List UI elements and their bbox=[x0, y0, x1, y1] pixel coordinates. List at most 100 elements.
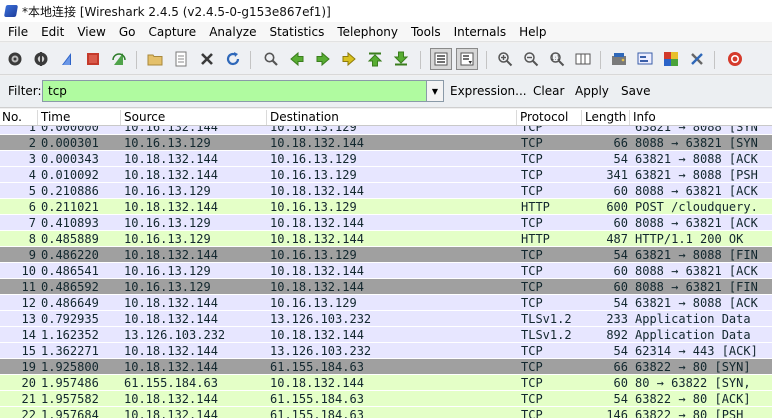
column-header-length[interactable]: Length bbox=[585, 110, 626, 125]
packet-row[interactable]: 11 0.486592 10.16.13.129 10.18.132.144 TCP 60… bbox=[0, 278, 772, 294]
menu-go[interactable]: Go bbox=[113, 22, 143, 42]
packet-info: Application Data bbox=[635, 312, 751, 326]
packet-source: 10.18.132.144 bbox=[124, 360, 218, 374]
display-filter-input[interactable] bbox=[42, 80, 427, 102]
interfaces-icon[interactable] bbox=[6, 50, 24, 68]
column-header-protocol[interactable]: Protocol bbox=[520, 110, 568, 125]
column-header-destination[interactable]: Destination bbox=[270, 110, 339, 125]
packet-row[interactable]: 19 1.925800 10.18.132.144 61.155.184.63 TCP 6… bbox=[0, 358, 772, 374]
packet-row[interactable]: 12 0.486649 10.18.132.144 10.16.13.129 TCP 54… bbox=[0, 294, 772, 310]
packet-row[interactable]: 9 0.486220 10.18.132.144 10.16.13.129 TCP 54 6… bbox=[0, 246, 772, 262]
packet-destination: 10.18.132.144 bbox=[270, 136, 364, 150]
packet-row[interactable]: 15 1.362271 10.18.132.144 13.126.103.232 TCP… bbox=[0, 342, 772, 358]
packet-source: 10.16.13.129 bbox=[124, 184, 211, 198]
packet-source: 10.18.132.144 bbox=[124, 392, 218, 406]
menu-analyze[interactable]: Analyze bbox=[203, 22, 263, 42]
zoom-out-icon[interactable] bbox=[522, 50, 540, 68]
packet-row[interactable]: 20 1.957486 61.155.184.63 10.18.132.144 TCP 6… bbox=[0, 374, 772, 390]
menu-statistics[interactable]: Statistics bbox=[263, 22, 331, 42]
coloring-rules-icon[interactable] bbox=[662, 50, 680, 68]
display-filters-icon[interactable] bbox=[636, 50, 654, 68]
packet-row[interactable]: 4 0.010092 10.18.132.144 10.16.13.129 TCP 341… bbox=[0, 166, 772, 182]
packet-protocol: TLSv1.2 bbox=[521, 328, 572, 342]
find-packet-icon[interactable] bbox=[262, 50, 280, 68]
clear-button[interactable]: Clear bbox=[533, 84, 564, 98]
packet-row[interactable]: 21 1.957582 10.18.132.144 61.155.184.63 TCP 5… bbox=[0, 390, 772, 406]
packet-source: 13.126.103.232 bbox=[124, 328, 226, 342]
filter-history-dropdown[interactable]: ▼ bbox=[427, 80, 444, 102]
packet-length: 146 bbox=[606, 408, 628, 418]
go-forward-icon[interactable] bbox=[314, 50, 332, 68]
menu-help[interactable]: Help bbox=[513, 22, 553, 42]
go-first-icon[interactable] bbox=[366, 50, 384, 68]
menu-internals[interactable]: Internals bbox=[448, 22, 514, 42]
packet-info: 8088 → 63821 [ACK bbox=[635, 184, 758, 198]
help-icon[interactable] bbox=[726, 50, 744, 68]
menu-tools[interactable]: Tools bbox=[405, 22, 448, 42]
menu-capture[interactable]: Capture bbox=[142, 22, 203, 42]
packet-protocol: HTTP bbox=[521, 200, 550, 214]
packet-no: 15 bbox=[21, 344, 36, 358]
packet-row[interactable]: 5 0.210886 10.16.13.129 10.18.132.144 TCP 60 8… bbox=[0, 182, 772, 198]
options-icon[interactable] bbox=[32, 50, 50, 68]
wireshark-logo-icon bbox=[3, 4, 19, 18]
go-last-icon[interactable] bbox=[392, 50, 410, 68]
packet-protocol: TCP bbox=[521, 376, 543, 390]
zoom-normal-icon[interactable]: 1:1 bbox=[548, 50, 566, 68]
expression-button[interactable]: Expression... bbox=[450, 84, 527, 98]
capture-filters-icon[interactable] bbox=[610, 50, 628, 68]
column-header-time[interactable]: Time bbox=[41, 110, 70, 125]
apply-button[interactable]: Apply bbox=[575, 84, 609, 98]
packet-length: 66 bbox=[613, 136, 628, 150]
menu-telephony[interactable]: Telephony bbox=[331, 22, 405, 42]
packet-row[interactable]: 22 1.957684 10.18.132.144 61.155.184.63 TCP 1… bbox=[0, 406, 772, 418]
main-toolbar: 1:1 bbox=[0, 43, 772, 75]
stop-capture-icon[interactable] bbox=[84, 50, 102, 68]
colorize-icon[interactable] bbox=[430, 48, 452, 70]
close-file-icon[interactable] bbox=[198, 50, 216, 68]
packet-row[interactable]: 8 0.485889 10.16.13.129 10.18.132.144 HTTP 48… bbox=[0, 230, 772, 246]
packet-row[interactable]: 2 0.000301 10.16.13.129 10.18.132.144 TCP 66 8… bbox=[0, 134, 772, 150]
reload-icon[interactable] bbox=[224, 50, 242, 68]
packet-length: 54 bbox=[613, 152, 628, 166]
packet-row[interactable]: 7 0.410893 10.16.13.129 10.18.132.144 TCP 60 8… bbox=[0, 214, 772, 230]
packet-time: 1.362271 bbox=[41, 344, 99, 358]
packet-list[interactable]: 1 0.000000 10.16.132.144 10.16.13.129 TCP 638… bbox=[0, 126, 772, 418]
packet-row[interactable]: 10 0.486541 10.16.13.129 10.18.132.144 TCP 60… bbox=[0, 262, 772, 278]
packet-time: 1.957486 bbox=[41, 376, 99, 390]
packet-row[interactable]: 3 0.000343 10.18.132.144 10.16.13.129 TCP 54 6… bbox=[0, 150, 772, 166]
packet-source: 10.18.132.144 bbox=[124, 168, 218, 182]
preferences-icon[interactable] bbox=[688, 50, 706, 68]
packet-no: 8 bbox=[28, 232, 36, 246]
packet-destination: 61.155.184.63 bbox=[270, 408, 364, 418]
packet-row[interactable]: 14 1.162352 13.126.103.232 10.18.132.144 TLS… bbox=[0, 326, 772, 342]
packet-info: 63821 → 8088 [PSH bbox=[635, 168, 758, 182]
packet-row[interactable]: 1 0.000000 10.16.132.144 10.16.13.129 TCP 638… bbox=[0, 126, 772, 134]
go-to-packet-icon[interactable] bbox=[340, 50, 358, 68]
packet-row[interactable]: 6 0.211021 10.18.132.144 10.16.13.129 HTTP 60… bbox=[0, 198, 772, 214]
packet-destination: 10.16.13.129 bbox=[270, 296, 357, 310]
packet-destination: 10.18.132.144 bbox=[270, 232, 364, 246]
menu-edit[interactable]: Edit bbox=[35, 22, 71, 42]
start-capture-icon[interactable] bbox=[58, 50, 76, 68]
open-file-icon[interactable] bbox=[146, 50, 164, 68]
zoom-in-icon[interactable] bbox=[496, 50, 514, 68]
column-header-source[interactable]: Source bbox=[124, 110, 165, 125]
go-back-icon[interactable] bbox=[288, 50, 306, 68]
restart-capture-icon[interactable] bbox=[110, 50, 128, 68]
auto-scroll-icon[interactable] bbox=[456, 48, 478, 70]
column-header-no[interactable]: No. bbox=[2, 110, 22, 125]
menu-view[interactable]: View bbox=[71, 22, 112, 42]
packet-destination: 10.18.132.144 bbox=[270, 328, 364, 342]
save-file-icon[interactable] bbox=[172, 50, 190, 68]
packet-destination: 10.16.13.129 bbox=[270, 168, 357, 182]
packet-time: 0.211021 bbox=[41, 200, 99, 214]
resize-columns-icon[interactable] bbox=[574, 50, 592, 68]
packet-length: 60 bbox=[613, 184, 628, 198]
packet-row[interactable]: 13 0.792935 10.18.132.144 13.126.103.232 TLS… bbox=[0, 310, 772, 326]
save-filter-button[interactable]: Save bbox=[621, 84, 650, 98]
column-header-info[interactable]: Info bbox=[633, 110, 656, 125]
menu-file[interactable]: File bbox=[2, 22, 35, 42]
packet-time: 0.000343 bbox=[41, 152, 99, 166]
packet-info: 63822 → 80 [PSH bbox=[635, 408, 744, 418]
